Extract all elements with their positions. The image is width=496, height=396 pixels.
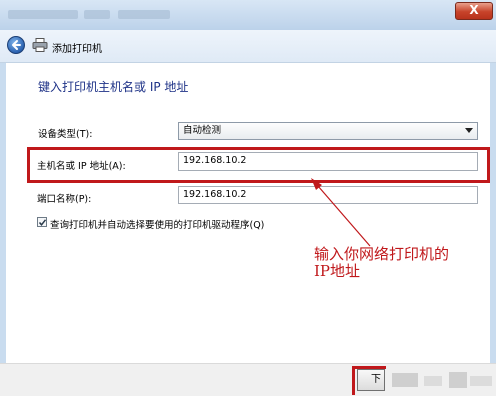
device-type-select[interactable]: 自动检测 xyxy=(178,122,478,140)
chevron-down-icon xyxy=(465,128,473,133)
blurred-title-text xyxy=(84,10,110,19)
printer-icon xyxy=(32,38,48,52)
query-printer-label: 查询打印机并自动选择要使用的打印机驱动程序(Q) xyxy=(50,220,265,231)
blurred-region xyxy=(392,373,418,387)
title-bar: X xyxy=(0,0,496,30)
port-name-value: 192.168.10.2 xyxy=(183,189,247,200)
next-button-highlight xyxy=(352,366,386,395)
device-type-label: 设备类型(T): xyxy=(38,129,93,140)
annotation-text: 输入你网络打印机的 IP地址 xyxy=(314,246,474,280)
navigation-bar: 添加打印机 xyxy=(0,30,496,63)
wizard-title: 添加打印机 xyxy=(52,44,102,55)
query-printer-checkbox[interactable] xyxy=(37,217,47,227)
port-name-label: 端口名称(P): xyxy=(37,194,92,205)
annotation-line-2: IP地址 xyxy=(314,262,361,280)
device-type-value: 自动检测 xyxy=(183,125,222,136)
port-name-input[interactable]: 192.168.10.2 xyxy=(178,186,478,204)
checkmark-icon xyxy=(38,219,47,226)
annotation-line-1: 输入你网络打印机的 xyxy=(314,245,450,263)
blurred-region xyxy=(449,372,467,388)
back-arrow-icon xyxy=(12,40,21,50)
back-button[interactable] xyxy=(7,36,25,54)
hostname-label: 主机名或 IP 地址(A): xyxy=(37,161,126,172)
blurred-region xyxy=(470,376,492,386)
hostname-input[interactable]: 192.168.10.2 xyxy=(178,152,478,171)
close-button[interactable]: X xyxy=(455,2,493,20)
blurred-title-text xyxy=(118,10,170,19)
hostname-value: 192.168.10.2 xyxy=(183,155,247,166)
wizard-content xyxy=(0,63,496,363)
blurred-title-text xyxy=(8,10,78,19)
blurred-region xyxy=(424,376,442,386)
wizard-footer xyxy=(0,363,496,396)
page-heading: 键入打印机主机名或 IP 地址 xyxy=(38,80,189,94)
